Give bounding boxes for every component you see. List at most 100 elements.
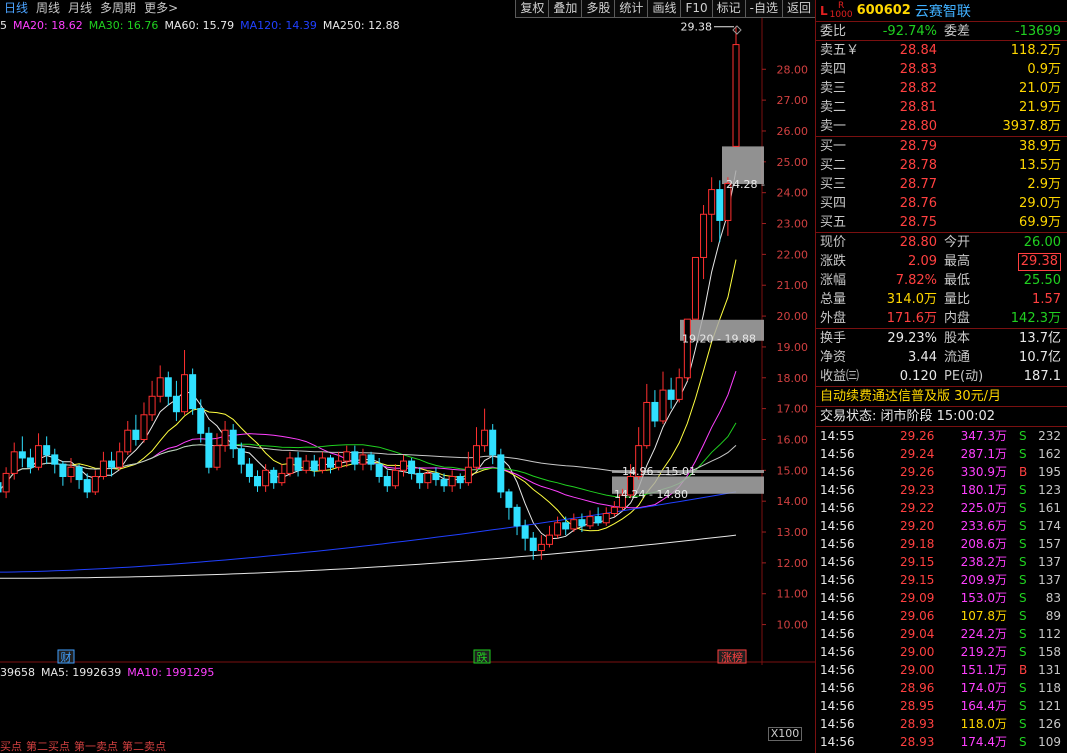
candle-body	[213, 445, 221, 468]
candle-body	[26, 457, 34, 468]
signal-tab-2[interactable]: 第一卖点	[74, 741, 118, 753]
tick-price: 29.18	[900, 537, 935, 551]
stats-row: 现价 28.80 今开 26.00	[816, 233, 1067, 252]
price-axis-label: 26.00	[777, 125, 809, 138]
stats-row: 涨跌 2.09 最高 29.38	[816, 252, 1067, 271]
stats2-value2: 187.1	[1023, 369, 1061, 384]
asks-row[interactable]: 卖四 28.83 0.9万	[816, 60, 1067, 79]
asks-row[interactable]: 卖三 28.82 21.0万	[816, 79, 1067, 98]
tick-row: 14:56 29.15 238.2万 S 137	[816, 553, 1067, 571]
tick-count: 232	[1038, 429, 1061, 443]
stock-name[interactable]: 云赛智联	[915, 1, 971, 21]
price-axis-label: 23.00	[777, 218, 809, 231]
stats-value: 28.80	[899, 235, 937, 250]
bids-price: 28.78	[899, 158, 937, 173]
fundamental-stats: 换手 29.23% 股本 13.7亿 净资 3.44 流通 10.7亿 收益㈢ 0.120 PE(动…	[816, 329, 1067, 387]
signal-tab-1[interactable]: 第二买点	[26, 741, 70, 753]
tick-time: 14:56	[820, 483, 855, 497]
volume-legend: 39658 MA5: 1992639 MA10: 1991295	[0, 665, 220, 681]
tick-side: S	[1019, 501, 1027, 515]
tool-button-2[interactable]: 多股	[581, 0, 615, 18]
kline-chart[interactable]: 28.00 27.00 26.00 25.00 24.00 23.00 22.00 21.00…	[0, 18, 815, 665]
candle-body	[67, 466, 75, 477]
candle-body	[554, 522, 562, 536]
tool-button-0[interactable]: 复权	[515, 0, 549, 18]
candle-body	[383, 475, 391, 487]
tick-row: 14:56 29.06 107.8万 S 89	[816, 607, 1067, 625]
period-tab-0[interactable]: 日线	[4, 0, 28, 18]
stats2-label: 净资	[820, 350, 847, 365]
tick-time: 14:56	[820, 537, 855, 551]
candle-body	[124, 429, 132, 453]
volume-unit-label[interactable]: X100	[768, 727, 802, 741]
candle-body	[99, 460, 107, 477]
tick-row: 14:56 29.09 153.0万 S 83	[816, 589, 1067, 607]
period-tab-4[interactable]: 更多>	[144, 0, 178, 18]
tool-button-4[interactable]: 画线	[647, 0, 681, 18]
candle-body	[10, 451, 18, 474]
candle-body	[602, 513, 610, 524]
bids-row[interactable]: 买二 28.78 13.5万	[816, 156, 1067, 175]
tool-button-6[interactable]: 标记	[711, 0, 745, 18]
bids-row[interactable]: 买三 28.77 2.9万	[816, 175, 1067, 194]
tick-volume: 174.4万	[960, 735, 1007, 749]
tool-button-5[interactable]: F10	[680, 0, 712, 18]
bids-row[interactable]: 买五 28.75 69.9万	[816, 213, 1067, 232]
candle-body	[513, 506, 521, 527]
period-tab-3[interactable]: 多周期	[100, 0, 136, 18]
period-tab-2[interactable]: 月线	[68, 0, 92, 18]
candle-body	[18, 451, 26, 459]
bids-row[interactable]: 买四 28.76 29.0万	[816, 194, 1067, 213]
stats-label: 外盘	[820, 311, 847, 326]
stock-code: 600602	[856, 3, 911, 18]
tool-button-1[interactable]: 叠加	[548, 0, 582, 18]
tick-side: S	[1019, 537, 1027, 551]
candle-body	[221, 429, 229, 447]
bid-book: 买一 28.79 38.9万 买二 28.78 13.5万 买三 28.77 2.9万 买四 28.…	[816, 137, 1067, 233]
candle-body	[343, 451, 351, 462]
asks-row[interactable]: 卖一 28.80 3937.8万	[816, 117, 1067, 136]
stats-label: 涨跌	[820, 254, 847, 269]
bids-volume: 38.9万	[1019, 139, 1061, 154]
tick-side: S	[1019, 645, 1027, 659]
bids-label: 买四	[820, 196, 847, 211]
bids-row[interactable]: 买一 28.79 38.9万	[816, 137, 1067, 156]
tick-price: 29.20	[900, 519, 935, 533]
tick-list[interactable]: 14:55 29.26 347.3万 S 232 14:56 29.24 287.1万 S 162…	[816, 427, 1067, 751]
tool-button-7[interactable]: -自选	[744, 0, 782, 18]
tick-time: 14:56	[820, 663, 855, 677]
candle-body	[140, 414, 148, 440]
candle-body	[675, 377, 683, 400]
asks-row[interactable]: 卖五￥ 28.84 118.2万	[816, 41, 1067, 60]
price-annotation: 14.96 - 15.01	[622, 465, 696, 478]
tick-time: 14:56	[820, 681, 855, 695]
tick-side: B	[1019, 465, 1028, 479]
period-tab-1[interactable]: 周线	[36, 0, 60, 18]
asks-label: 卖三	[820, 81, 847, 96]
tick-volume: 347.3万	[960, 429, 1007, 443]
subscription-ad[interactable]: 自动续费通达信普及版 30元/月	[816, 387, 1067, 407]
candle-body	[594, 516, 602, 524]
tool-button-8[interactable]: 返回	[781, 0, 815, 18]
candle-body	[391, 469, 399, 487]
signal-tab-0[interactable]: 买点	[0, 741, 22, 753]
price-axis-label: 17.00	[777, 403, 809, 416]
asks-row[interactable]: 卖二 28.81 21.9万	[816, 98, 1067, 117]
quote-stats: 现价 28.80 今开 26.00 涨跌 2.09 最高 29.38 涨幅 7.82% 最低 25.5…	[816, 233, 1067, 329]
tick-time: 14:55	[820, 429, 855, 443]
candle-body	[481, 429, 489, 447]
tick-time: 14:56	[820, 609, 855, 623]
candle-body	[189, 374, 197, 410]
signal-tab-3[interactable]: 第二卖点	[122, 741, 166, 753]
stats2-label2: 流通	[944, 350, 971, 365]
tick-price: 29.15	[900, 573, 935, 587]
candle-body	[505, 491, 513, 508]
stats-label: 涨幅	[820, 273, 847, 288]
bids-volume: 29.0万	[1019, 196, 1061, 211]
tool-button-3[interactable]: 统计	[614, 0, 648, 18]
tick-row: 14:56 29.23 180.1万 S 123	[816, 481, 1067, 499]
stats2-label2: 股本	[944, 331, 971, 346]
asks-price: 28.84	[899, 43, 937, 58]
tick-row: 14:56 29.15 209.9万 S 137	[816, 571, 1067, 589]
weibi-row: 委比 -92.74% 委差 -13699	[816, 22, 1067, 41]
